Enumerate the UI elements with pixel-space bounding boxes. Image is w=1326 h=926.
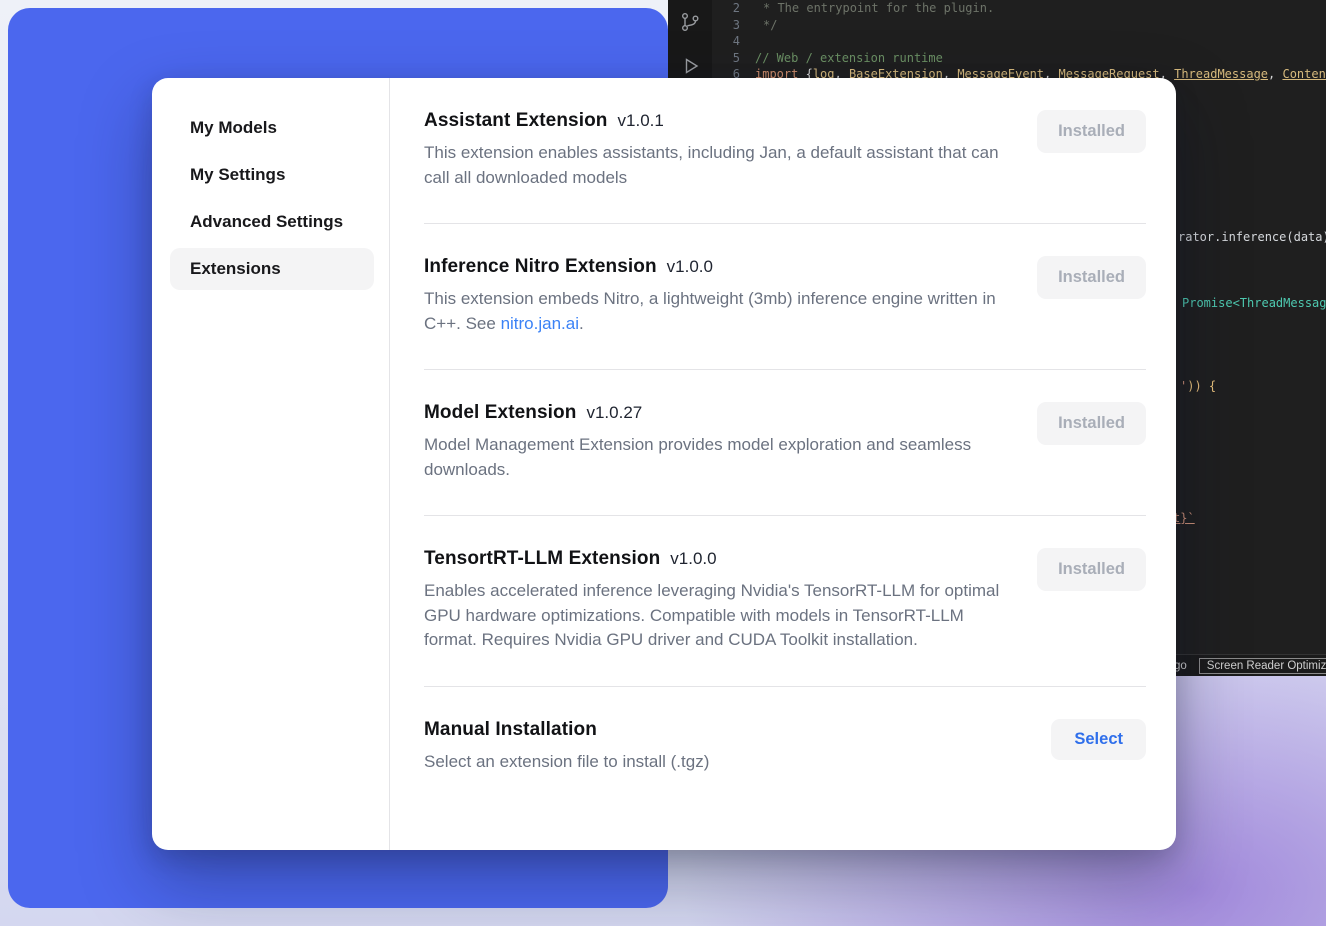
extension-description: Model Management Extension provides mode…	[424, 433, 1002, 482]
extension-version: v1.0.27	[586, 403, 642, 423]
manual-installation-title: Manual Installation	[424, 719, 597, 741]
extension-title: Assistant Extension	[424, 110, 608, 132]
extension-description: This extension embeds Nitro, a lightweig…	[424, 287, 1002, 336]
sidebar-item-extensions[interactable]: Extensions	[170, 248, 374, 290]
manual-installation-description: Select an extension file to install (.tg…	[424, 750, 709, 775]
extension-section-assistant: Assistant Extension v1.0.1 This extensio…	[424, 78, 1146, 224]
code-text: // Web / extension runtime	[755, 50, 943, 67]
installed-button[interactable]: Installed	[1037, 256, 1146, 299]
settings-modal: My Models My Settings Advanced Settings …	[152, 78, 1176, 850]
extension-title: TensortRT-LLM Extension	[424, 548, 660, 570]
code-line: 4	[712, 33, 1326, 50]
code-line: 2 * The entrypoint for the plugin.	[712, 0, 1326, 17]
extension-version: v1.0.0	[670, 549, 716, 569]
extension-title: Model Extension	[424, 402, 576, 424]
installed-button[interactable]: Installed	[1037, 548, 1146, 591]
code-fragment: ')) {	[1180, 379, 1216, 393]
settings-sidebar: My Models My Settings Advanced Settings …	[152, 78, 390, 850]
installed-button[interactable]: Installed	[1037, 402, 1146, 445]
extension-version: v1.0.1	[618, 111, 664, 131]
select-file-button[interactable]: Select	[1051, 719, 1146, 760]
nitro-jan-ai-link[interactable]: nitro.jan.ai	[501, 314, 579, 333]
sidebar-item-my-models[interactable]: My Models	[170, 107, 374, 149]
sidebar-item-my-settings[interactable]: My Settings	[170, 154, 374, 196]
desktop: { "colors": { "brand_blue": "#4b67ee", "…	[0, 0, 1326, 926]
source-control-icon[interactable]	[678, 10, 702, 34]
line-number: 2	[712, 0, 740, 17]
line-number: 4	[712, 33, 740, 50]
code-fragment: Promise<ThreadMessage>	[1182, 296, 1326, 310]
code-fragment: t}`	[1173, 511, 1195, 525]
screen-reader-badge[interactable]: Screen Reader Optimize	[1199, 658, 1326, 674]
extension-section-tensorrt: TensortRT-LLM Extension v1.0.0 Enables a…	[424, 516, 1146, 687]
extension-section-nitro: Inference Nitro Extension v1.0.0 This ex…	[424, 224, 1146, 370]
code-line: 3 */	[712, 17, 1326, 34]
extension-title: Inference Nitro Extension	[424, 256, 657, 278]
manual-installation-section: Manual Installation Select an extension …	[424, 687, 1146, 808]
code-line: 5 // Web / extension runtime	[712, 50, 1326, 67]
extension-description: Enables accelerated inference leveraging…	[424, 579, 1002, 653]
code-area: 2 * The entrypoint for the plugin. 3 */ …	[712, 0, 1326, 83]
extension-description: This extension enables assistants, inclu…	[424, 141, 1002, 190]
sidebar-item-advanced-settings[interactable]: Advanced Settings	[170, 201, 374, 243]
code-text: */	[755, 17, 777, 34]
extension-version: v1.0.0	[667, 257, 713, 277]
extensions-panel: Assistant Extension v1.0.1 This extensio…	[390, 78, 1176, 850]
extension-section-model: Model Extension v1.0.27 Model Management…	[424, 370, 1146, 516]
code-fragment: rator.inference(data));	[1178, 230, 1326, 244]
line-number: 3	[712, 17, 740, 34]
run-and-debug-icon[interactable]	[678, 54, 702, 78]
installed-button[interactable]: Installed	[1037, 110, 1146, 153]
code-text: * The entrypoint for the plugin.	[755, 0, 994, 17]
line-number: 5	[712, 50, 740, 67]
